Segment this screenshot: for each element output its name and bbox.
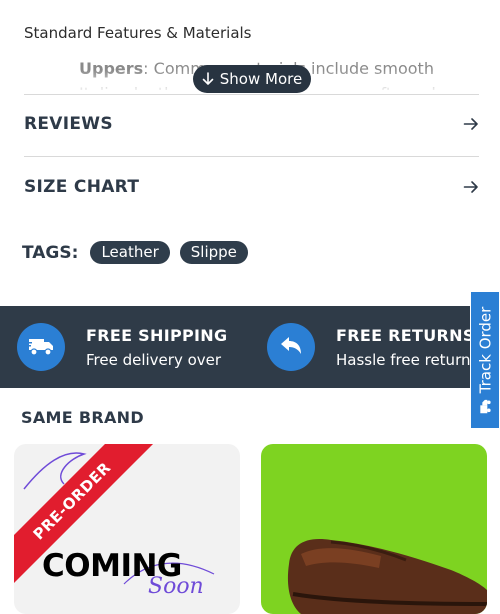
divider xyxy=(24,156,479,157)
track-order-label: Track Order xyxy=(476,306,494,394)
tag-leather[interactable]: Leather xyxy=(90,241,170,264)
size-chart-row[interactable]: SIZE CHART xyxy=(24,167,479,207)
features-heading: Standard Features & Materials xyxy=(24,24,252,42)
free-shipping-title: FREE SHIPPING xyxy=(86,325,228,345)
arrow-down-icon xyxy=(202,72,214,85)
show-more-label: Show More xyxy=(219,70,303,88)
show-more-button[interactable]: Show More xyxy=(193,65,311,93)
free-returns-title: FREE RETURNS xyxy=(336,325,475,345)
loafer-image xyxy=(287,539,487,614)
free-returns-subtitle: Hassle free return xyxy=(336,350,471,369)
product-card[interactable] xyxy=(261,444,487,614)
truck-icon xyxy=(480,399,491,414)
free-shipping-subtitle: Free delivery over xyxy=(86,350,222,369)
truck-icon xyxy=(17,323,65,371)
tags-label: TAGS: xyxy=(22,242,79,263)
arrow-right-icon xyxy=(463,181,478,193)
reviews-row[interactable]: REVIEWS xyxy=(24,104,479,144)
reviews-label: REVIEWS xyxy=(24,114,113,134)
arrow-right-icon xyxy=(463,118,478,130)
return-icon xyxy=(267,323,315,371)
shipping-bar: FREE SHIPPING Free delivery over FREE RE… xyxy=(0,306,500,388)
soon-text: Soon xyxy=(148,574,204,599)
free-returns-item: FREE RETURNS Hassle free return xyxy=(267,306,475,388)
tag-slippe[interactable]: Slippe xyxy=(179,241,248,264)
tags-row: TAGS: Leather Slippe xyxy=(22,241,248,264)
free-shipping-item: FREE SHIPPING Free delivery over xyxy=(17,306,227,388)
track-order-button[interactable]: Track Order xyxy=(470,291,500,429)
size-chart-label: SIZE CHART xyxy=(24,177,140,197)
divider xyxy=(24,94,479,95)
product-card[interactable]: PRE-ORDER COMING Soon xyxy=(14,444,240,614)
same-brand-title: SAME BRAND xyxy=(21,408,144,427)
